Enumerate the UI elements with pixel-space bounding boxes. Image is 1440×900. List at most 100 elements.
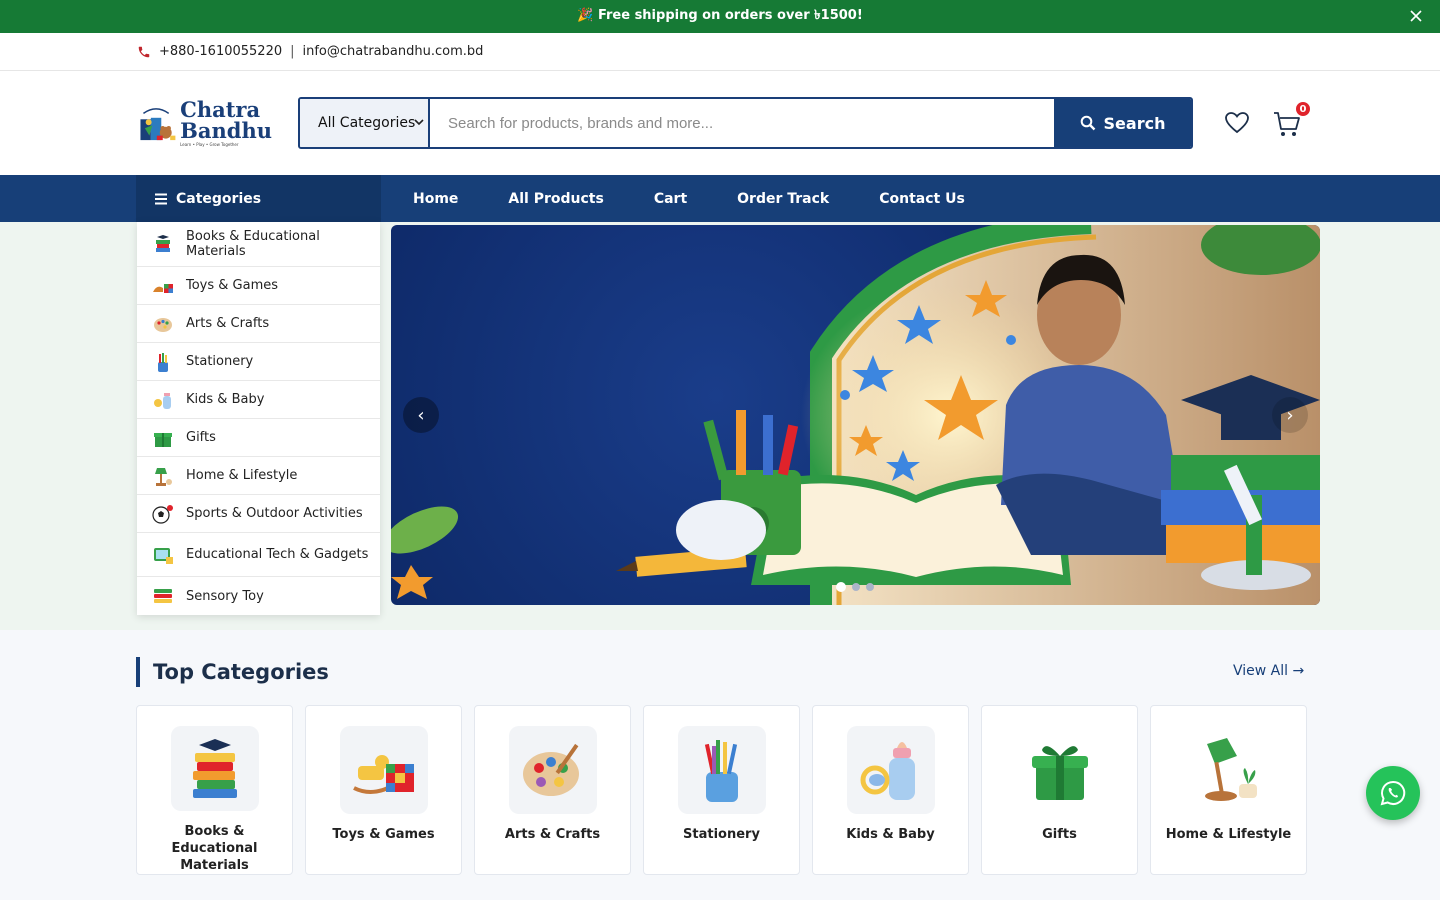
search-button-label: Search xyxy=(1103,113,1166,133)
category-card-label: Gifts xyxy=(1042,827,1077,842)
search-button[interactable]: Search xyxy=(1054,99,1191,147)
category-image xyxy=(1184,726,1273,814)
gift-icon xyxy=(154,432,172,447)
phone-icon xyxy=(138,46,150,57)
slider-next-button[interactable]: › xyxy=(1272,397,1308,433)
sidebar-item-label: Sports & Outdoor Activities xyxy=(186,506,363,521)
palette-icon xyxy=(522,743,579,796)
sidebar-item-home-lifestyle[interactable]: Home & Lifestyle xyxy=(137,457,380,495)
books-icon xyxy=(192,738,237,798)
site-logo[interactable]: Chatra Bandhu Learn • Play • Grow Togeth… xyxy=(136,95,272,151)
category-image xyxy=(677,726,766,814)
logo-line1: Chatra xyxy=(180,97,261,122)
hero-section: Books & Educational Materials Toys & Gam… xyxy=(0,222,1440,631)
books-icon xyxy=(156,235,170,252)
category-card-arts[interactable]: Arts & Crafts xyxy=(474,705,631,875)
gift-icon xyxy=(1031,746,1088,800)
category-card-stationery[interactable]: Stationery xyxy=(643,705,800,875)
sidebar-item-gifts[interactable]: Gifts xyxy=(137,419,380,457)
sidebar-item-sensory[interactable]: Sensory Toy xyxy=(137,577,380,615)
chevron-left-icon: ‹ xyxy=(417,404,425,426)
nav-link-cart[interactable]: Cart xyxy=(654,191,687,207)
category-select[interactable]: All Categories xyxy=(300,99,430,147)
lamp-icon xyxy=(155,467,172,486)
category-image xyxy=(339,726,428,814)
sidebar-item-stationery[interactable]: Stationery xyxy=(137,343,380,381)
hero-banner-illustration xyxy=(391,225,1320,605)
hamburger-icon xyxy=(155,193,167,204)
nav-link-contact-us[interactable]: Contact Us xyxy=(879,191,965,207)
pencil-cup-icon xyxy=(704,740,738,802)
sidebar-item-label: Sensory Toy xyxy=(186,588,264,604)
contact-separator: | xyxy=(290,44,295,59)
slider-dot[interactable] xyxy=(866,583,874,591)
sidebar-item-label: Home & Lifestyle xyxy=(186,468,298,483)
slider-dot[interactable] xyxy=(852,583,860,591)
sidebar-item-label: Kids & Baby xyxy=(186,392,265,407)
category-card-label: Toys & Games xyxy=(332,827,435,842)
categories-menu-label: Categories xyxy=(176,190,262,207)
category-card-gifts[interactable]: Gifts xyxy=(981,705,1138,875)
category-card-toys[interactable]: Toys & Games xyxy=(305,705,462,875)
whatsapp-button[interactable] xyxy=(1366,766,1420,820)
category-card-kids-baby[interactable]: Kids & Baby xyxy=(812,705,969,875)
contact-phone[interactable]: +880-1610055220 xyxy=(159,44,282,59)
search-icon xyxy=(1080,115,1095,131)
heart-icon[interactable] xyxy=(1224,111,1250,135)
logo-tagline: Learn • Play • Grow Together xyxy=(180,142,239,147)
sidebar-item-toys[interactable]: Toys & Games xyxy=(137,267,380,305)
slider-prev-button[interactable]: ‹ xyxy=(403,397,439,433)
category-card-label: Arts & Crafts xyxy=(504,827,601,842)
slider-dots xyxy=(836,582,874,592)
cart-count-badge: 0 xyxy=(1294,100,1312,118)
rocking-horse-icon xyxy=(352,755,414,794)
football-icon xyxy=(152,504,173,524)
sidebar-item-edu-tech[interactable]: Educational Tech & Gadgets xyxy=(137,533,380,577)
baby-bottle-icon xyxy=(154,392,171,409)
nav-link-all-products[interactable]: All Products xyxy=(508,191,603,207)
search-input[interactable] xyxy=(430,99,1054,147)
chevron-down-icon xyxy=(414,119,424,126)
category-image xyxy=(1015,726,1104,814)
close-icon[interactable] xyxy=(1408,8,1424,24)
nav-link-order-track[interactable]: Order Track xyxy=(737,191,829,207)
category-image xyxy=(508,726,597,814)
search-bar: All Categories Search xyxy=(298,97,1193,149)
top-categories-section: Top Categories View All → Books & Educat… xyxy=(0,630,1440,900)
slider-dot[interactable] xyxy=(836,582,846,592)
category-card-label: Books & Educational Materials xyxy=(171,824,258,873)
sidebar-item-kids-baby[interactable]: Kids & Baby xyxy=(137,381,380,419)
sidebar-item-sports[interactable]: Sports & Outdoor Activities xyxy=(137,495,380,533)
hero-banner[interactable]: ‹ › xyxy=(391,225,1320,605)
category-sidebar: Books & Educational Materials Toys & Gam… xyxy=(137,222,380,615)
tablet-icon xyxy=(154,547,173,564)
logo-mascot-icon xyxy=(140,108,176,141)
baby-bottle-icon xyxy=(860,742,915,800)
category-card-label: Kids & Baby xyxy=(846,827,935,842)
contact-bar: +880-1610055220 | info@chatrabandhu.com.… xyxy=(0,33,1440,71)
category-card-books[interactable]: Books & Educational Materials xyxy=(136,705,293,875)
categories-menu-button[interactable]: Categories xyxy=(136,175,381,222)
category-card-label: Stationery xyxy=(683,827,760,842)
palette-icon xyxy=(154,317,172,332)
logo-line2: Bandhu xyxy=(180,118,272,143)
sidebar-item-label: Stationery xyxy=(186,354,254,369)
contact-email[interactable]: info@chatrabandhu.com.bd xyxy=(303,44,484,59)
sidebar-item-label: Toys & Games xyxy=(186,278,279,293)
sidebar-item-label: Books & Educational Materials xyxy=(186,229,320,259)
promo-text: 🎉 Free shipping on orders over ৳1500! xyxy=(577,8,863,23)
sidebar-item-label: Educational Tech & Gadgets xyxy=(186,547,369,562)
main-nav: Categories Home All Products Cart Order … xyxy=(0,175,1440,222)
category-card-label: Home & Lifestyle xyxy=(1165,827,1292,842)
sensory-toy-icon xyxy=(154,589,172,603)
toys-icon xyxy=(153,283,173,293)
sidebar-item-books[interactable]: Books & Educational Materials xyxy=(137,222,380,267)
category-image xyxy=(846,726,935,814)
category-card-home-lifestyle[interactable]: Home & Lifestyle xyxy=(1150,705,1307,875)
category-select-value: All Categories xyxy=(318,115,416,131)
nav-link-home[interactable]: Home xyxy=(413,191,458,207)
sidebar-item-arts[interactable]: Arts & Crafts xyxy=(137,305,380,343)
lamp-icon xyxy=(1204,738,1257,801)
category-cards: Books & Educational Materials Toys & Gam… xyxy=(136,705,1307,875)
view-all-link[interactable]: View All → xyxy=(1233,663,1304,679)
